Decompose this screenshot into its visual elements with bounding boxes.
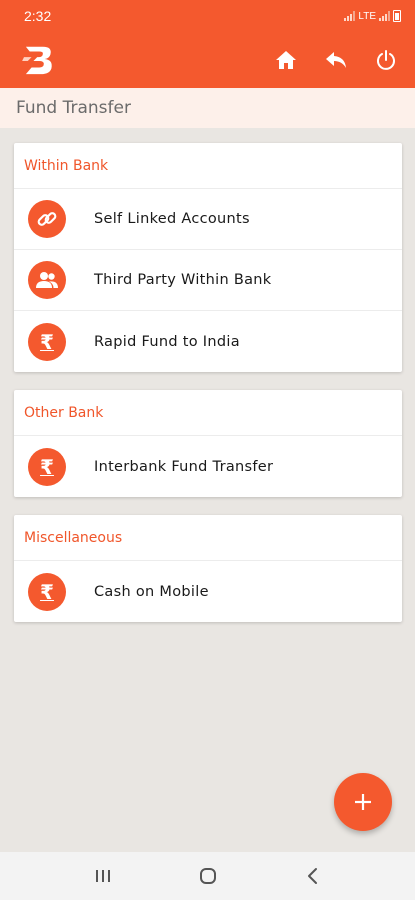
- recent-apps-button[interactable]: [85, 858, 121, 894]
- menu-item-third-party-within-bank[interactable]: Third Party Within Bank: [14, 250, 402, 311]
- rupee-icon: ₹: [28, 572, 66, 611]
- menu-item-self-linked-accounts[interactable]: Self Linked Accounts: [14, 189, 402, 250]
- menu-item-label: Interbank Fund Transfer: [94, 458, 274, 475]
- section-title: Within Bank: [14, 143, 402, 189]
- menu-item-label: Cash on Mobile: [94, 583, 209, 600]
- rupee-icon: ₹: [28, 322, 66, 361]
- page-title-bar: Fund Transfer: [0, 88, 415, 128]
- system-home-button[interactable]: [190, 858, 226, 894]
- recent-apps-icon: [95, 870, 110, 882]
- battery-icon: [393, 10, 401, 22]
- system-back-button[interactable]: [295, 858, 331, 894]
- users-icon: [28, 261, 66, 299]
- section-title: Other Bank: [14, 390, 402, 436]
- home-button[interactable]: [273, 47, 299, 73]
- status-bar: 2:32 LTE: [0, 0, 415, 32]
- home-icon: [276, 51, 296, 69]
- home-circle-icon: [199, 868, 216, 884]
- menu-item-rapid-fund-to-india[interactable]: ₹ Rapid Fund to India: [14, 311, 402, 372]
- back-chevron-icon: [307, 868, 317, 884]
- menu-item-label: Rapid Fund to India: [94, 333, 240, 350]
- logout-button[interactable]: [373, 47, 399, 73]
- bank-logo-icon: [22, 46, 52, 75]
- power-icon: [377, 50, 395, 70]
- menu-item-label: Third Party Within Bank: [94, 272, 272, 288]
- network-label: LTE: [358, 10, 376, 22]
- back-arrow-icon: [326, 52, 346, 68]
- section-title: Miscellaneous: [14, 515, 402, 561]
- signal-icon-2: [379, 11, 390, 21]
- signal-icon: [344, 11, 356, 21]
- section-miscellaneous: Miscellaneous ₹ Cash on Mobile: [14, 515, 402, 622]
- status-icons: LTE: [344, 10, 401, 22]
- status-time: 2:32: [24, 8, 52, 24]
- menu-item-interbank-fund-transfer[interactable]: ₹ Interbank Fund Transfer: [14, 436, 402, 497]
- back-button[interactable]: [323, 47, 349, 73]
- system-nav-bar: [0, 852, 415, 900]
- plus-icon: [355, 794, 371, 810]
- link-icon: [28, 200, 66, 238]
- rupee-icon: ₹: [28, 447, 66, 486]
- section-other-bank: Other Bank ₹ Interbank Fund Transfer: [14, 390, 402, 497]
- page-title: Fund Transfer: [16, 98, 131, 118]
- menu-item-label: Self Linked Accounts: [94, 211, 250, 227]
- add-fab-button[interactable]: [334, 773, 392, 831]
- app-bar: [0, 32, 415, 88]
- menu-item-cash-on-mobile[interactable]: ₹ Cash on Mobile: [14, 561, 402, 622]
- section-within-bank: Within Bank Self Linked Accounts Third P…: [14, 143, 402, 372]
